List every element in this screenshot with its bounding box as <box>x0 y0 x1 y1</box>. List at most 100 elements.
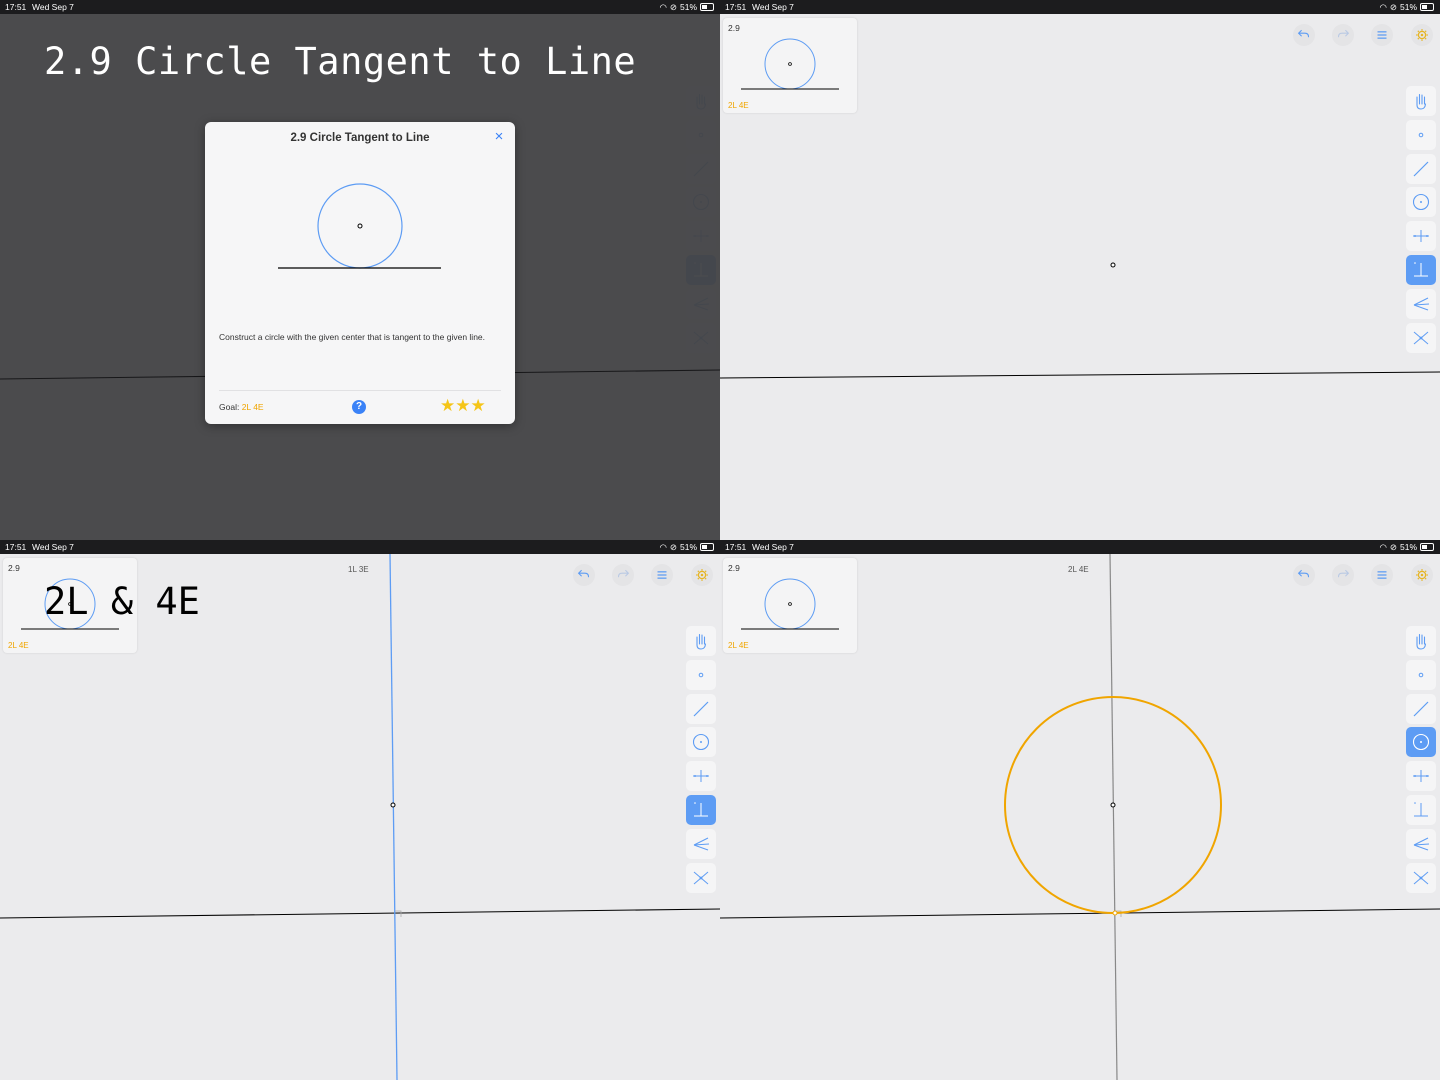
tool-perpendicular[interactable] <box>1406 795 1436 825</box>
redo-icon <box>1337 569 1350 578</box>
tool-angle-bisector[interactable] <box>1406 288 1436 319</box>
thumbnail-diagram <box>741 38 839 90</box>
move-counter: 2L 4E <box>1068 565 1089 574</box>
tool-circle[interactable] <box>1406 727 1436 758</box>
angle-bisector-icon <box>693 837 710 851</box>
goal-value: 2L 4E <box>241 402 264 412</box>
menu-icon <box>1377 571 1387 579</box>
tool-intersect[interactable] <box>686 862 716 893</box>
undo-button[interactable] <box>1293 24 1315 46</box>
circle-icon <box>1412 734 1430 751</box>
hint-button[interactable] <box>1411 564 1433 586</box>
given-line[interactable] <box>720 908 1440 919</box>
menu-button[interactable] <box>651 564 673 586</box>
point-icon <box>1418 672 1424 678</box>
hint-icon <box>1416 569 1428 581</box>
thumbnail-goal: 2L 4E <box>728 641 749 650</box>
redo-icon <box>1337 29 1350 38</box>
center-point[interactable] <box>390 802 396 808</box>
tangent-point[interactable] <box>1112 910 1118 916</box>
hint-icon <box>1416 29 1428 41</box>
dialog-divider <box>219 390 501 391</box>
panel-level-intro: 2.9 Circle Tangent to Line 2.9 Circle Ta… <box>0 0 720 540</box>
circle-icon <box>692 734 710 751</box>
center-point[interactable] <box>1110 262 1116 268</box>
tool-line[interactable] <box>686 693 716 724</box>
status-indicators: ◠ ⊘ 51% <box>659 0 714 14</box>
point-icon <box>1418 132 1424 138</box>
center-point[interactable] <box>1110 802 1116 808</box>
location-icon: ⊘ <box>1389 542 1397 552</box>
redo-button[interactable] <box>1332 24 1354 46</box>
menu-button[interactable] <box>1371 564 1393 586</box>
tool-angle-bisector[interactable] <box>686 828 716 859</box>
line-icon <box>1413 701 1429 717</box>
status-date: Wed Sep 7 <box>752 542 794 552</box>
tool-perpendicular-bisector[interactable] <box>1406 761 1436 792</box>
given-line[interactable] <box>0 908 720 919</box>
perpendicular-line[interactable] <box>389 553 398 1080</box>
tool-circle[interactable] <box>1406 187 1436 218</box>
battery-percent: 51% <box>1399 542 1417 552</box>
status-date: Wed Sep 7 <box>752 2 794 12</box>
tool-circle[interactable] <box>686 727 716 758</box>
circle-icon <box>1412 194 1430 211</box>
hint-icon <box>696 569 708 581</box>
status-indicators: ◠ ⊘ 51% <box>659 540 714 554</box>
menu-button[interactable] <box>1371 24 1393 46</box>
hand-icon <box>696 633 707 650</box>
status-indicators: ◠ ⊘ 51% <box>1379 540 1434 554</box>
tool-line[interactable] <box>1406 693 1436 724</box>
help-icon[interactable]: ? <box>352 400 366 414</box>
right-angle-mark <box>395 910 402 917</box>
tool-line[interactable] <box>1406 153 1436 184</box>
redo-button[interactable] <box>612 564 634 586</box>
tool-intersect[interactable] <box>1406 862 1436 893</box>
hand-icon <box>1416 633 1427 650</box>
thumbnail-goal: 2L 4E <box>728 101 749 110</box>
battery-percent: 51% <box>679 2 697 12</box>
video-overlay-title: 2.9 Circle Tangent to Line <box>44 40 637 83</box>
tool-hand[interactable] <box>686 626 716 656</box>
intersect-icon <box>1413 871 1429 884</box>
status-date: Wed Sep 7 <box>32 2 74 12</box>
line-icon <box>693 701 709 717</box>
tool-angle-bisector[interactable] <box>1406 828 1436 859</box>
tool-perpendicular[interactable] <box>686 795 716 825</box>
perpendicular-line[interactable] <box>1109 553 1118 1080</box>
undo-button[interactable] <box>1293 564 1315 586</box>
battery-icon <box>1420 3 1434 11</box>
panel-start-state: 17:51 Wed Sep 7 ◠ ⊘ 51% 2.9 2L 4E <box>720 0 1440 540</box>
tool-perpendicular-bisector[interactable] <box>686 761 716 792</box>
hint-button[interactable] <box>691 564 713 586</box>
menu-icon <box>657 571 667 579</box>
status-bar: 17:51 Wed Sep 7 ◠ ⊘ 51% <box>0 0 720 14</box>
tool-hand[interactable] <box>1406 626 1436 656</box>
redo-button[interactable] <box>1332 564 1354 586</box>
menu-icon <box>1377 31 1387 39</box>
hint-button[interactable] <box>1411 24 1433 46</box>
tool-point[interactable] <box>1406 119 1436 150</box>
level-info-dialog: 2.9 Circle Tangent to Line × Construct a… <box>205 122 515 424</box>
wifi-icon: ◠ <box>659 542 667 552</box>
redo-icon <box>617 569 630 578</box>
battery-icon <box>700 543 714 551</box>
undo-icon <box>1297 569 1310 578</box>
tool-perpendicular-bisector[interactable] <box>1406 221 1436 252</box>
angle-bisector-icon <box>1413 297 1430 311</box>
status-time: 17:51 <box>5 2 27 12</box>
tool-point[interactable] <box>1406 659 1436 690</box>
tool-point[interactable] <box>686 659 716 690</box>
thumbnail-diagram <box>741 578 839 630</box>
level-preview-diagram <box>278 183 441 269</box>
perpendicular-bisector-icon <box>693 770 709 783</box>
close-icon[interactable]: × <box>492 129 506 144</box>
level-thumbnail[interactable]: 2.9 2L 4E <box>723 18 857 113</box>
level-thumbnail[interactable]: 2.9 2L 4E <box>723 558 857 653</box>
tool-perpendicular[interactable] <box>1406 255 1436 285</box>
battery-percent: 51% <box>679 542 697 552</box>
tool-intersect[interactable] <box>1406 322 1436 353</box>
undo-button[interactable] <box>573 564 595 586</box>
given-line[interactable] <box>720 371 1440 379</box>
tool-hand[interactable] <box>1406 86 1436 116</box>
